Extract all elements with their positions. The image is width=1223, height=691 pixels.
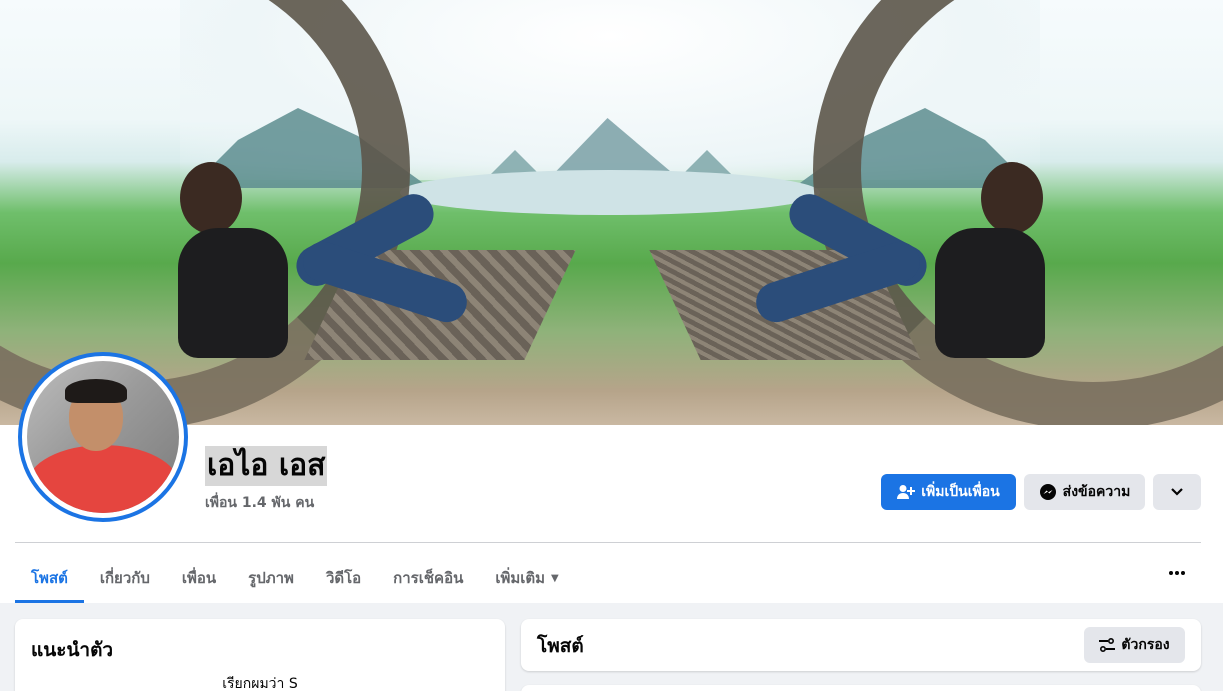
more-dots-button[interactable] [1153, 555, 1201, 591]
intro-title: แนะนำตัว [31, 639, 114, 661]
message-button[interactable]: ส่งข้อความ [1024, 474, 1145, 510]
posts-title: โพสต์ [537, 635, 584, 657]
message-label: ส่งข้อความ [1062, 484, 1131, 500]
tab-friends[interactable]: เพื่อน [166, 553, 232, 603]
profile-avatar[interactable] [18, 352, 188, 522]
filter-button[interactable]: ตัวกรอง [1084, 627, 1185, 663]
more-options-button[interactable] [1153, 474, 1201, 510]
avatar-photo [27, 361, 179, 513]
filter-icon [1099, 638, 1116, 652]
add-friend-icon [897, 484, 916, 500]
intro-bio: เรียกผมว่า S [222, 676, 298, 691]
cover-water [400, 170, 820, 215]
filter-label: ตัวกรอง [1121, 637, 1170, 653]
add-friend-button[interactable]: เพิ่มเป็นเพื่อน [881, 474, 1016, 510]
tab-about[interactable]: เกี่ยวกับ [84, 553, 166, 603]
more-dots-icon [1169, 571, 1185, 575]
profile-name: เอไอ เอส [205, 446, 328, 486]
caret-down-icon: ▼ [551, 572, 559, 584]
messenger-icon [1039, 483, 1057, 501]
tab-videos[interactable]: วิดีโอ [310, 553, 377, 603]
profile-tabs: โพสต์ เกี่ยวกับ เพื่อน รูปภาพ วิดีโอ การ… [15, 553, 575, 603]
tab-more[interactable]: เพิ่มเติม ▼ [479, 553, 574, 603]
chevron-down-icon [1170, 487, 1184, 497]
tab-photos[interactable]: รูปภาพ [232, 553, 310, 603]
cover-photo[interactable] [0, 0, 1223, 425]
post-card [521, 685, 1201, 691]
tab-posts[interactable]: โพสต์ [15, 553, 84, 603]
header-divider [15, 542, 1201, 543]
posts-header-card: โพสต์ ตัวกรอง [521, 619, 1201, 671]
friends-count[interactable]: เพื่อน 1.4 พัน คน [205, 492, 314, 514]
add-friend-label: เพิ่มเป็นเพื่อน [921, 484, 1000, 500]
intro-card: แนะนำตัว เรียกผมว่า S [15, 619, 505, 691]
tab-checkins[interactable]: การเช็คอิน [377, 553, 479, 603]
